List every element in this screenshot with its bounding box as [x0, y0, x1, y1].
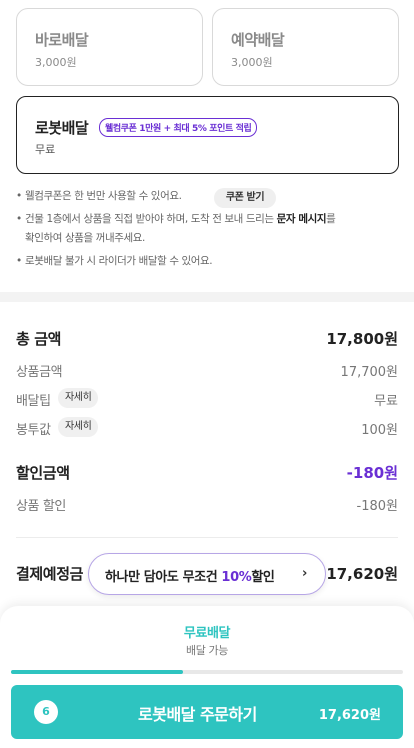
chevron-right-icon: › [302, 566, 307, 581]
order-button-label: 로봇배달 주문하기 [138, 705, 257, 724]
summary-divider [16, 537, 398, 538]
bag-fee-value: 100원 [361, 423, 398, 438]
product-discount-label: 상품 할인 [16, 499, 66, 514]
robot-order-button[interactable]: 6 로봇배달 주문하기 17,620원 [11, 685, 403, 739]
expected-payment-label: 결제예정금 [16, 565, 84, 583]
cart-count-badge: 6 [34, 700, 58, 724]
option-price: 무료 [35, 143, 56, 156]
delivery-tip-label: 배달팁 [16, 394, 51, 409]
option-title: 예약배달 [231, 31, 285, 49]
option-title: 로봇배달 [35, 119, 89, 137]
free-delivery-progress [11, 670, 403, 674]
free-delivery-progress-fill [11, 670, 184, 674]
free-delivery-subtitle: 배달 가능 [186, 644, 228, 657]
promo-percent: 10% [221, 570, 252, 585]
delivery-option-reserve[interactable]: 예약배달 3,000원 [212, 8, 399, 86]
delivery-tip-detail-button[interactable]: 자세히 [58, 388, 99, 408]
discount-label: 할인금액 [16, 464, 70, 482]
section-divider [0, 292, 414, 302]
notice-robot-unavailable: • 로봇배달 불가 시 라이더가 배달할 수 있어요. [16, 255, 213, 267]
get-coupon-button[interactable]: 쿠폰 받기 [214, 188, 276, 208]
total-label: 총 금액 [16, 330, 62, 348]
product-amount-label: 상품금액 [16, 365, 63, 380]
discount-promo-banner[interactable]: 하나만 담아도 무조건 10%할인 › [88, 553, 326, 595]
product-discount-value: -180원 [356, 499, 398, 514]
product-amount-value: 17,700원 [340, 365, 398, 380]
discount-value: -180원 [346, 464, 398, 482]
delivery-option-direct[interactable]: 바로배달 3,000원 [16, 8, 203, 86]
total-value: 17,800원 [326, 330, 398, 348]
free-delivery-title: 무료배달 [183, 626, 231, 641]
delivery-tip-value: 무료 [374, 394, 398, 409]
robot-promo-badge: 웰컴쿠폰 1만원 + 최대 5% 포인트 적립 [99, 118, 258, 137]
option-title: 바로배달 [35, 31, 89, 49]
order-button-amount: 17,620원 [318, 708, 381, 723]
option-price: 3,000원 [231, 56, 273, 69]
option-price: 3,000원 [35, 56, 77, 69]
expected-payment-value: 17,620원 [326, 565, 398, 583]
notice-building-line2: 확인하여 상품을 꺼내주세요. [25, 232, 145, 244]
bag-fee-detail-button[interactable]: 자세히 [58, 417, 99, 437]
notice-welcome-coupon: • 웰컴쿠폰은 한 번만 사용할 수 있어요. [16, 190, 182, 202]
notice-building: • 건물 1층에서 상품을 직접 받아야 하며, 도착 전 보내 드리는 문자 메… [16, 213, 336, 225]
delivery-option-robot-selected[interactable]: 로봇배달 웰컴쿠폰 1만원 + 최대 5% 포인트 적립 무료 [16, 96, 399, 174]
bag-fee-label: 봉투값 [16, 423, 51, 438]
order-bottom-sheet: 무료배달 배달 가능 6 로봇배달 주문하기 17,620원 [0, 606, 414, 748]
